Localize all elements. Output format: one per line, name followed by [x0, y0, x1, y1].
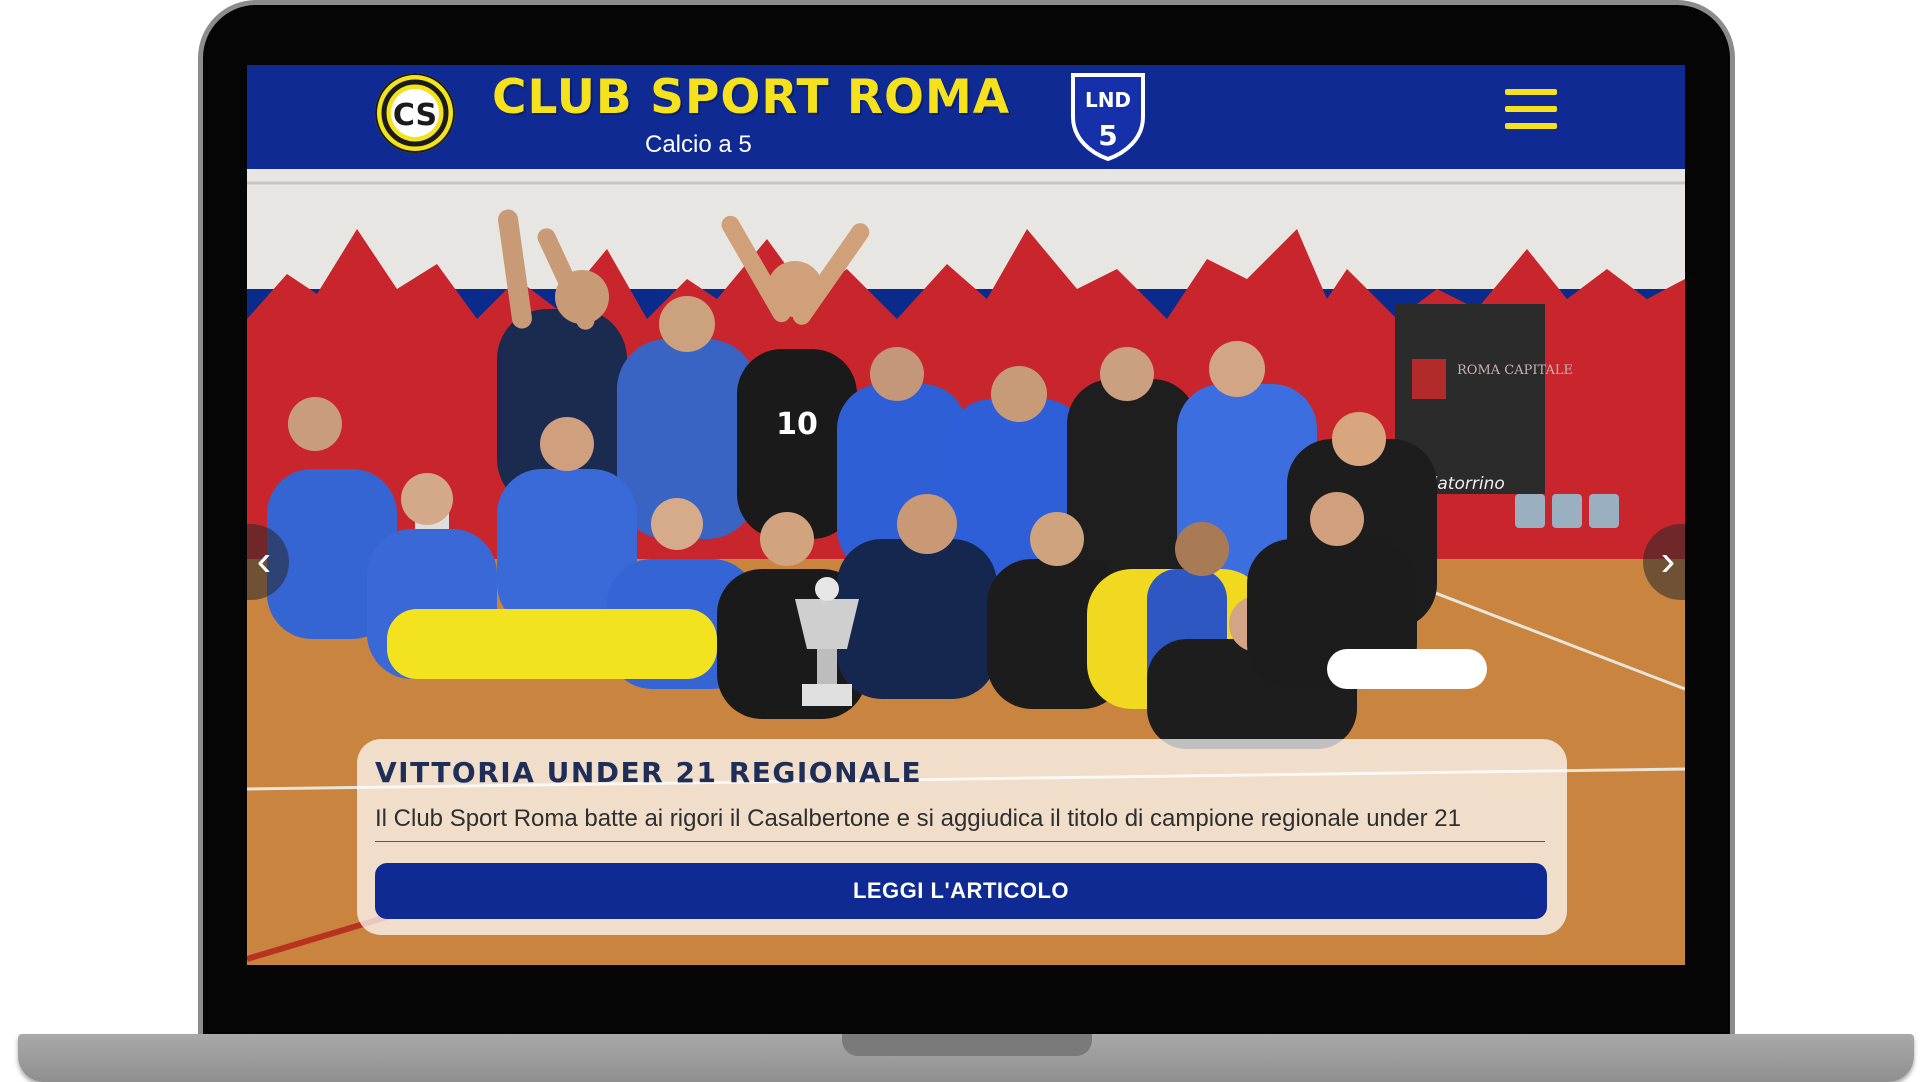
svg-text:CS: CS — [393, 98, 437, 133]
svg-text:5: 5 — [1098, 119, 1117, 152]
site-header: CS CLUB SPORT ROMA Calcio a 5 LND 5 — [247, 65, 1685, 169]
lnd-shield-icon: LND 5 — [1071, 73, 1145, 162]
slide-title: VITTORIA UNDER 21 REGIONALE — [375, 756, 923, 789]
hero-carousel: ROMA CAPITALE Palatorrino 10 ‹ › VITTORI… — [247, 169, 1685, 965]
club-subtitle: Calcio a 5 — [645, 131, 752, 158]
chevron-right-icon: › — [1660, 536, 1676, 585]
club-logo-icon: CS — [381, 79, 449, 147]
menu-bar — [1505, 89, 1557, 95]
menu-bar — [1505, 106, 1557, 112]
slide-description: Il Club Sport Roma batte ai rigori il Ca… — [375, 805, 1545, 842]
lnd-badge[interactable]: LND 5 — [1067, 69, 1149, 162]
chevron-left-icon: ‹ — [256, 536, 272, 585]
hamburger-menu-icon[interactable] — [1505, 87, 1561, 131]
slide-caption: VITTORIA UNDER 21 REGIONALE Il Club Spor… — [357, 739, 1567, 935]
laptop-notch — [842, 1034, 1092, 1056]
club-name: CLUB SPORT ROMA — [492, 70, 1011, 125]
website-screen: CS CLUB SPORT ROMA Calcio a 5 LND 5 ROMA… — [247, 65, 1685, 965]
club-logo[interactable]: CS — [375, 73, 455, 153]
svg-text:10: 10 — [776, 407, 818, 442]
svg-text:ROMA CAPITALE: ROMA CAPITALE — [1457, 363, 1573, 378]
svg-text:LND: LND — [1085, 88, 1131, 112]
menu-bar — [1505, 123, 1557, 129]
read-article-button[interactable]: LEGGI L'ARTICOLO — [375, 863, 1547, 919]
